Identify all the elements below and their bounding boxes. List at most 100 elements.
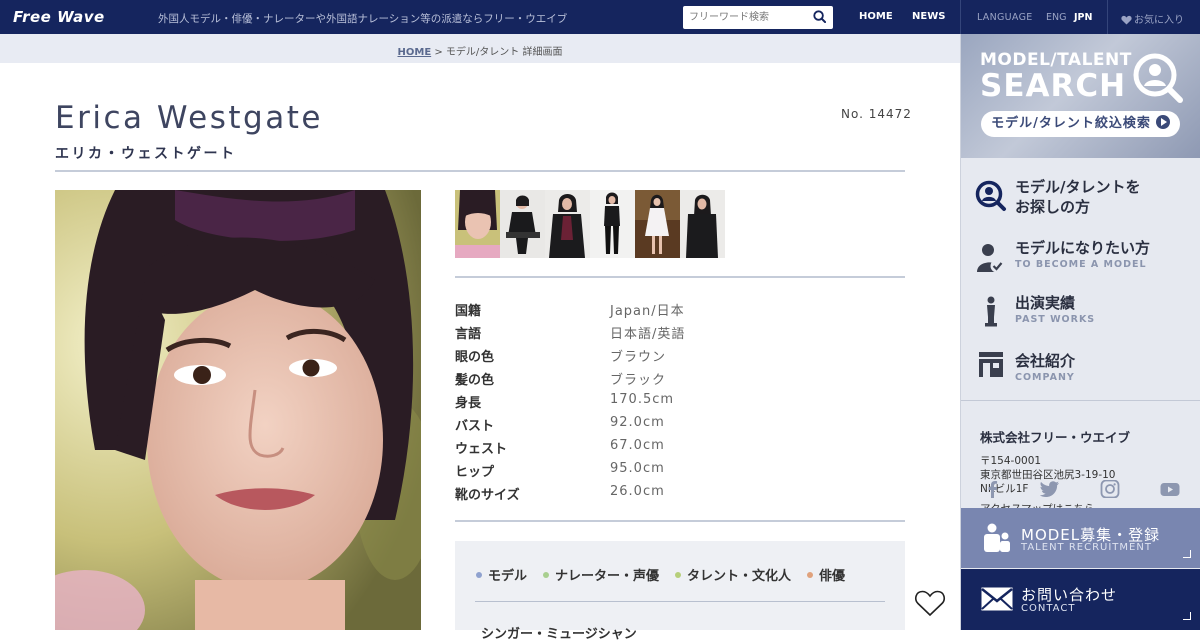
menu-become-model[interactable]: モデルになりたい方 TO BECOME A MODEL <box>961 234 1200 290</box>
recruit-subtitle: TALENT RECRUITMENT <box>1021 542 1152 553</box>
thumbnail[interactable] <box>590 190 635 258</box>
model-recruitment-button[interactable]: MODEL募集・登録 TALENT RECRUITMENT <box>961 508 1200 568</box>
person-search-icon <box>975 180 1006 211</box>
photo-thumbnails <box>455 190 725 258</box>
thumbnail[interactable] <box>455 190 500 258</box>
menu-subtitle: COMPANY <box>1015 372 1075 383</box>
contact-title: お問い合わせ <box>1021 586 1118 604</box>
menu-subtitle: PAST WORKS <box>1015 314 1096 325</box>
menu-find-talent[interactable]: モデル/タレントを お探しの方 <box>961 172 1200 228</box>
menu-title: モデル/タレントを <box>1015 178 1141 196</box>
spec-label: ウェスト <box>455 442 508 457</box>
category-tag[interactable]: ナレーター・声優 <box>543 565 659 584</box>
category-tag[interactable]: タレント・文化人 <box>675 565 791 584</box>
thumbnail[interactable] <box>545 190 590 258</box>
search-input[interactable] <box>683 6 809 29</box>
lang-eng-link[interactable]: ENG <box>1046 12 1066 23</box>
search-icon[interactable] <box>813 10 826 23</box>
top-bar: Free Wave 外国人モデル・俳優・ナレーターや外国語ナレーション等の派遣な… <box>0 0 1200 34</box>
talent-filter-search-button[interactable]: モデル/タレント絞込検索 <box>981 111 1180 137</box>
banner-title-line2: SEARCH <box>980 68 1127 104</box>
person-search-icon <box>1133 53 1183 103</box>
sidebar: MODEL/TALENT SEARCH モデル/タレント絞込検索 モデル/タレン… <box>960 34 1200 630</box>
spec-label: ヒップ <box>455 465 495 480</box>
thumbnail[interactable] <box>635 190 680 258</box>
breadcrumb-current: モデル/タレント 詳細画面 <box>445 47 563 58</box>
add-favorite-heart-icon[interactable] <box>914 588 946 618</box>
breadcrumb-bar: HOME > モデル/タレント 詳細画面 <box>0 34 960 63</box>
menu-past-works[interactable]: 出演実績 PAST WORKS <box>961 288 1200 344</box>
youtube-icon[interactable] <box>1160 480 1180 498</box>
thumbnail[interactable] <box>500 190 545 258</box>
company-name: 株式会社フリー・ウエイブ <box>980 430 1131 445</box>
spec-label: 髪の色 <box>455 373 495 388</box>
category-list: モデル ナレーター・声優 タレント・文化人 俳優 <box>476 565 845 584</box>
talent-number: No. 14472 <box>841 107 912 121</box>
breadcrumb-home-link[interactable]: HOME <box>398 47 432 58</box>
divider <box>960 0 961 34</box>
search-box <box>683 6 833 29</box>
filter-search-label: モデル/タレント絞込検索 <box>991 116 1151 131</box>
nav-home-link[interactable]: HOME <box>859 11 893 22</box>
category-label: ナレーター・声優 <box>555 569 660 584</box>
favorites-link[interactable]: お気に入り <box>1121 11 1184 26</box>
spec-value: ブラウン <box>610 350 667 365</box>
facebook-icon[interactable] <box>983 480 1003 498</box>
favorites-label: お気に入り <box>1134 15 1184 26</box>
talent-name-ja: エリカ・ウェストゲート <box>55 146 237 162</box>
divider <box>961 400 1200 401</box>
spec-label: バスト <box>455 419 495 434</box>
mail-icon <box>981 587 1013 611</box>
category-label: 俳優 <box>819 569 846 584</box>
category-tag[interactable]: 俳優 <box>807 565 845 584</box>
twitter-icon[interactable] <box>1040 480 1060 498</box>
talent-name-en: Erica Westgate <box>55 100 323 136</box>
breadcrumb-separator: > <box>434 47 443 58</box>
menu-title: 会社紹介 <box>1015 352 1076 370</box>
category-dot-icon <box>807 572 814 578</box>
lang-jpn-link[interactable]: JPN <box>1074 12 1092 23</box>
people-icon <box>984 523 1010 552</box>
category-tag[interactable]: モデル <box>476 565 527 584</box>
category-dot-icon <box>675 572 682 578</box>
spec-value: ブラック <box>610 373 667 388</box>
company-postal: 〒154-0001 <box>980 455 1042 467</box>
divider <box>455 276 905 278</box>
spec-value: 170.5cm <box>610 392 675 407</box>
building-icon <box>979 352 1003 377</box>
site-logo[interactable]: Free Wave <box>13 8 105 26</box>
instagram-icon[interactable] <box>1100 480 1120 498</box>
category-row2: シンガー・ミュージシャン <box>481 627 637 642</box>
spec-label: 言語 <box>455 327 482 342</box>
spec-value: 92.0cm <box>610 415 665 430</box>
talent-search-banner[interactable]: MODEL/TALENT SEARCH モデル/タレント絞込検索 <box>961 34 1200 158</box>
breadcrumb: HOME > モデル/タレント 詳細画面 <box>0 43 960 58</box>
thumbnail[interactable] <box>680 190 725 258</box>
heart-icon <box>1121 15 1132 25</box>
divider <box>55 170 905 172</box>
nav-news-link[interactable]: NEWS <box>912 11 945 22</box>
menu-subtitle: TO BECOME A MODEL <box>1015 259 1147 270</box>
menu-title: モデルになりたい方 <box>1015 239 1151 257</box>
arrow-right-icon <box>1155 115 1170 129</box>
main-photo <box>55 190 421 630</box>
spec-label: 靴のサイズ <box>455 488 520 503</box>
spec-value: 67.0cm <box>610 438 665 453</box>
spec-value: Japan/日本 <box>610 304 685 319</box>
divider <box>1107 0 1108 34</box>
contact-subtitle: CONTACT <box>1021 603 1076 614</box>
corner-arrow-icon <box>1183 550 1191 558</box>
person-check-icon <box>977 244 1004 273</box>
contact-button[interactable]: お問い合わせ CONTACT <box>961 569 1200 630</box>
category-label: タレント・文化人 <box>687 569 792 584</box>
spec-label: 身長 <box>455 396 482 411</box>
menu-company[interactable]: 会社紹介 COMPANY <box>961 340 1200 396</box>
category-dot-icon <box>543 572 550 578</box>
corner-arrow-icon <box>1183 612 1191 620</box>
spec-value: 日本語/英語 <box>610 327 686 342</box>
trophy-figure-icon <box>985 296 997 327</box>
spec-label: 国籍 <box>455 304 482 319</box>
site-tagline: 外国人モデル・俳優・ナレーターや外国語ナレーション等の派遣ならフリー・ウエイブ <box>158 13 568 25</box>
spec-label: 眼の色 <box>455 350 495 365</box>
language-label: LANGUAGE <box>977 12 1033 23</box>
